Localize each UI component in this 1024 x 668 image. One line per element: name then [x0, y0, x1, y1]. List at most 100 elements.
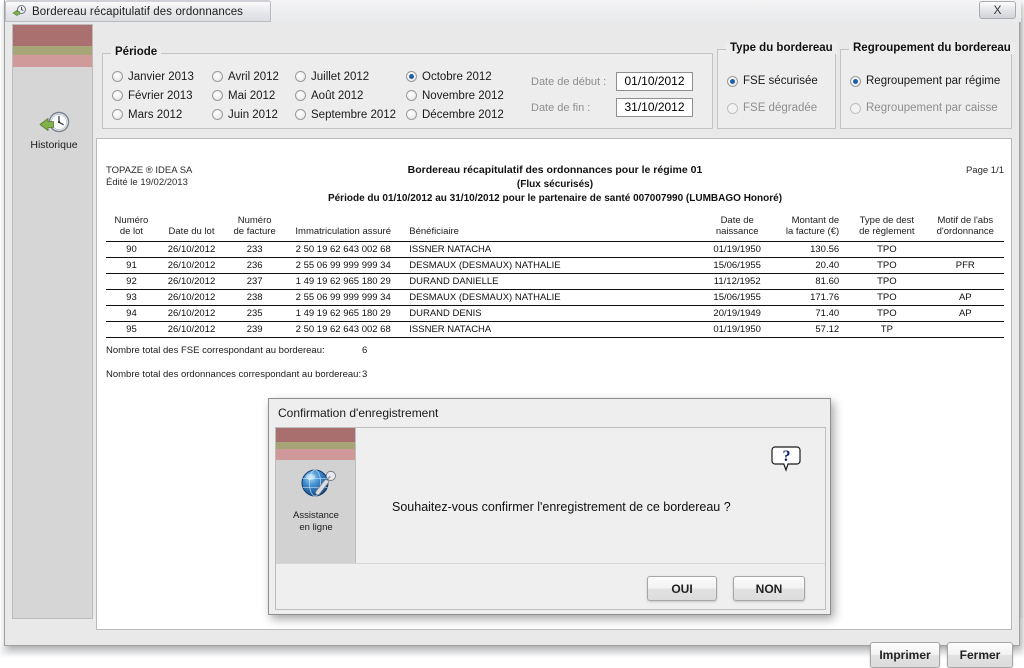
cell-immatriculation: 2 55 06 99 999 999 34 [283, 258, 403, 274]
col-motif: Motif de l'absd'ordonnance [927, 215, 1004, 242]
cell-date-naissance: 20/19/1949 [699, 306, 776, 322]
cell-numero-lot: 91 [106, 258, 157, 274]
report-preview-panel[interactable]: TOPAZE ® IDEA SA Édité le 19/02/2013 Pag… [96, 138, 1012, 630]
cell-numero-facture: 238 [226, 290, 283, 306]
cell-motif [927, 274, 1004, 290]
window-content: Historique Période Janvier 2013 Avril 20… [6, 22, 1019, 644]
sidebar-item-historique[interactable]: Historique [19, 109, 89, 159]
cell-date-naissance: 15/06/1955 [699, 258, 776, 274]
cell-motif [927, 322, 1004, 338]
sidebar-item-label: Historique [30, 139, 77, 151]
confirmation-dialog: Confirmation d'enregistrement [268, 398, 831, 615]
cell-date-naissance: 01/19/1950 [699, 242, 776, 258]
radio-mai-2012[interactable]: Mai 2012 [212, 90, 295, 102]
table-row[interactable]: 92 26/10/2012 237 1 49 19 62 965 180 29 … [106, 274, 1004, 290]
cell-date-lot: 26/10/2012 [157, 242, 226, 258]
left-navigation-panel: Historique [12, 24, 93, 619]
cell-beneficiaire: DESMAUX (DESMAUX) NATHALIE [403, 290, 698, 306]
radio-label: Décembre 2012 [422, 109, 504, 121]
radio-indicator [727, 103, 738, 114]
assistance-label-line2: en ligne [299, 522, 332, 533]
cell-date-lot: 26/10/2012 [157, 306, 226, 322]
dialog-button-bar: OUI NON [276, 563, 825, 609]
table-row[interactable]: 93 26/10/2012 238 2 55 06 99 999 999 34 … [106, 290, 1004, 306]
cell-date-lot: 26/10/2012 [157, 290, 226, 306]
radio-indicator [212, 71, 223, 82]
radio-fse-degradee[interactable]: FSE dégradée [727, 102, 817, 114]
title-bar: Bordereau récapitulatif des ordonnances … [5, 0, 1021, 22]
dialog-decor-band-pink [276, 449, 355, 460]
radio-label: FSE sécurisée [743, 75, 818, 87]
radio-aout-2012[interactable]: Août 2012 [295, 90, 406, 102]
cell-type-dest: TPO [847, 290, 926, 306]
cell-numero-facture: 233 [226, 242, 283, 258]
table-row[interactable]: 91 26/10/2012 236 2 55 06 99 999 999 34 … [106, 258, 1004, 274]
dialog-decor-band-red [276, 428, 355, 442]
col-type-dest: Type de destde règlement [847, 215, 926, 242]
cell-numero-lot: 95 [106, 322, 157, 338]
radio-indicator [295, 71, 306, 82]
cell-type-dest: TP [847, 322, 926, 338]
assistance-en-ligne-button[interactable]: Assistance en ligne [283, 464, 349, 533]
report-subtitle: (Flux sécurisés) [97, 179, 1012, 190]
cell-motif: AP [927, 290, 1004, 306]
radio-indicator [850, 76, 861, 87]
close-button[interactable]: Fermer [947, 642, 1013, 668]
window-title-tab[interactable]: Bordereau récapitulatif des ordonnances [5, 0, 271, 22]
radio-mars-2012[interactable]: Mars 2012 [112, 109, 212, 121]
total-fse-label: Nombre total des FSE correspondant au bo… [106, 345, 325, 356]
cell-montant: 130.56 [776, 242, 847, 258]
radio-septembre-2012[interactable]: Septembre 2012 [295, 109, 406, 121]
radio-regroupement-caisse[interactable]: Regroupement par caisse [850, 102, 998, 114]
date-debut-input[interactable]: 01/10/2012 [616, 72, 693, 91]
radio-indicator [112, 109, 123, 120]
table-row[interactable]: 94 26/10/2012 235 1 49 19 62 965 180 29 … [106, 306, 1004, 322]
radio-juin-2012[interactable]: Juin 2012 [212, 109, 295, 121]
radio-juillet-2012[interactable]: Juillet 2012 [295, 71, 406, 83]
dialog-yes-button[interactable]: OUI [647, 576, 717, 601]
cell-immatriculation: 2 50 19 62 643 002 68 [283, 322, 403, 338]
cell-numero-facture: 236 [226, 258, 283, 274]
radio-fse-securisee[interactable]: FSE sécurisée [727, 75, 818, 87]
cell-beneficiaire: ISSNER NATACHA [403, 242, 698, 258]
col-numero-lot: Numérode lot [106, 215, 157, 242]
cell-motif [927, 242, 1004, 258]
radio-decembre-2012[interactable]: Décembre 2012 [406, 109, 526, 121]
radio-label: Août 2012 [311, 90, 363, 102]
col-montant: Montant dela facture (€) [776, 215, 847, 242]
radio-octobre-2012[interactable]: Octobre 2012 [406, 71, 526, 83]
radio-janvier-2013[interactable]: Janvier 2013 [112, 71, 212, 83]
cell-motif: PFR [927, 258, 1004, 274]
radio-indicator [112, 71, 123, 82]
cell-date-naissance: 01/19/1950 [699, 322, 776, 338]
radio-fevrier-2013[interactable]: Février 2013 [112, 90, 212, 102]
cell-date-lot: 26/10/2012 [157, 258, 226, 274]
app-icon [12, 4, 27, 19]
radio-indicator [406, 90, 417, 101]
radio-label: Mars 2012 [128, 109, 182, 121]
type-bordereau-fieldset: Type du bordereau FSE sécurisée FSE dégr… [717, 49, 836, 129]
cell-date-lot: 26/10/2012 [157, 322, 226, 338]
col-beneficiaire: Bénéficiaire [403, 215, 698, 242]
radio-indicator [850, 103, 861, 114]
dialog-title: Confirmation d'enregistrement [269, 399, 830, 426]
table-row[interactable]: 90 26/10/2012 233 2 50 19 62 643 002 68 … [106, 242, 1004, 258]
radio-regroupement-regime[interactable]: Regroupement par régime [850, 75, 1000, 87]
dialog-body: Assistance en ligne Souhaitez-vous confi… [275, 427, 826, 610]
total-fse-value: 6 [362, 345, 367, 356]
cell-numero-lot: 94 [106, 306, 157, 322]
radio-novembre-2012[interactable]: Novembre 2012 [406, 90, 526, 102]
cell-immatriculation: 2 55 06 99 999 999 34 [283, 290, 403, 306]
close-window-button[interactable]: X [979, 1, 1016, 19]
radio-indicator [406, 109, 417, 120]
table-row[interactable]: 95 26/10/2012 239 2 50 19 62 643 002 68 … [106, 322, 1004, 338]
report-page: TOPAZE ® IDEA SA Édité le 19/02/2013 Pag… [97, 139, 1012, 630]
print-button[interactable]: Imprimer [870, 642, 940, 668]
date-fin-label: Date de fin : [531, 102, 616, 114]
radio-avril-2012[interactable]: Avril 2012 [212, 71, 295, 83]
date-fin-input[interactable]: 31/10/2012 [616, 98, 693, 117]
question-mark-balloon-icon[interactable]: ? [771, 444, 803, 474]
cell-type-dest: TPO [847, 242, 926, 258]
radio-label: Février 2013 [128, 90, 193, 102]
dialog-no-button[interactable]: NON [733, 576, 805, 601]
